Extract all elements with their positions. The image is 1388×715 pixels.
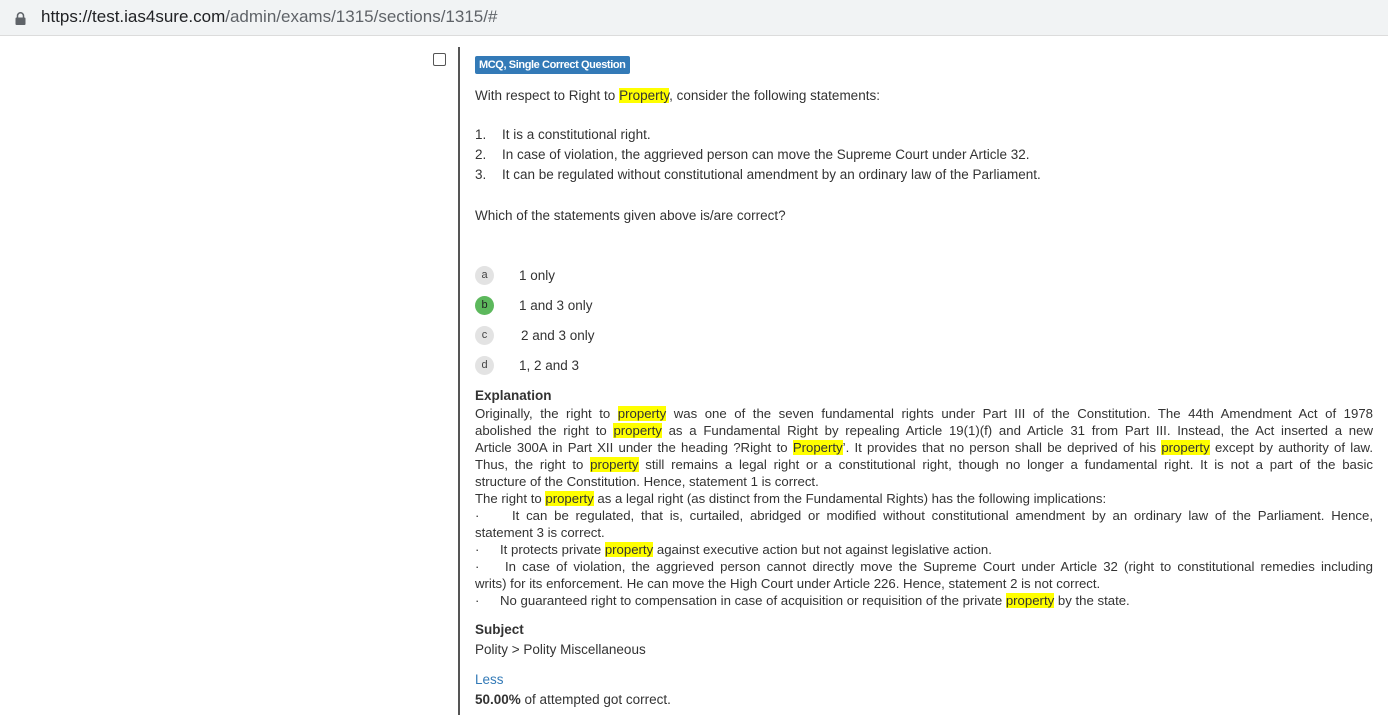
browser-address-bar[interactable]: https://test.ias4sure.com/admin/exams/13… bbox=[0, 0, 1388, 36]
explanation-text: statement 3 is correct. bbox=[475, 525, 605, 540]
subject-heading: Subject bbox=[475, 622, 524, 637]
explanation-line: statement 3 is correct. bbox=[475, 524, 1373, 541]
statement-list: 1. It is a constitutional right. 2. In cas… bbox=[475, 126, 1041, 186]
question-select-checkbox[interactable] bbox=[433, 53, 446, 66]
option-letter: c bbox=[475, 325, 494, 345]
url-text[interactable]: https://test.ias4sure.com/admin/exams/13… bbox=[41, 7, 497, 27]
explanation-text: Originally, the right to bbox=[475, 406, 618, 421]
question-type-badge: MCQ, Single Correct Question bbox=[475, 56, 630, 74]
option-text: 1, 2 and 3 bbox=[519, 357, 580, 373]
attempt-stat-text: of attempted got correct. bbox=[520, 692, 671, 707]
explanation-text: as a Fundamental Right by repealing Arti… bbox=[661, 423, 1373, 438]
bullet-dot: · bbox=[475, 542, 480, 557]
bullet-dot: · bbox=[475, 559, 480, 574]
explanation-text: No guaranteed right to compensation in c… bbox=[500, 593, 1006, 608]
lock-icon bbox=[15, 12, 26, 25]
question-intro: With respect to Right to Property, consi… bbox=[475, 87, 880, 104]
explanation-line: Thus, the right to property still remain… bbox=[475, 456, 1373, 473]
keyword-highlight: property bbox=[590, 457, 639, 472]
attempt-stat-percent: 50.00% bbox=[475, 692, 521, 707]
keyword-highlight: property bbox=[617, 406, 667, 421]
explanation-text: ’. It provides that no person shall be d… bbox=[842, 440, 1162, 455]
explanation-text: by the state. bbox=[1054, 593, 1130, 608]
option-text: 1 only bbox=[519, 267, 556, 283]
option-a[interactable]: a 1 only bbox=[475, 264, 555, 286]
option-letter: a bbox=[475, 265, 494, 285]
keyword-highlight: property bbox=[545, 491, 594, 506]
attempt-stat: 50.00% of attempted got correct. bbox=[475, 691, 671, 708]
explanation-text: Article 300A in Part XII under the headi… bbox=[475, 440, 793, 455]
explanation-text: abolished the right to bbox=[475, 423, 614, 438]
question-intro-before: With respect to Right to bbox=[475, 88, 620, 103]
url-path: /admin/exams/1315/sections/1315/# bbox=[225, 7, 498, 26]
explanation-line: Originally, the right to property was on… bbox=[475, 405, 1373, 422]
subject-value: Polity > Polity Miscellaneous bbox=[475, 642, 646, 657]
explanation-line: · It can be regulated, that is, curtailed… bbox=[475, 507, 1373, 524]
keyword-highlight: property bbox=[1161, 440, 1210, 455]
option-letter-correct: b bbox=[475, 295, 494, 315]
explanation-line: Article 300A in Part XII under the headi… bbox=[475, 439, 1373, 456]
keyword-highlight: Property bbox=[619, 88, 670, 103]
less-link[interactable]: Less bbox=[475, 671, 504, 688]
explanation-line: The right to property as a legal right (… bbox=[475, 490, 1373, 507]
option-text: 2 and 3 only bbox=[521, 327, 595, 343]
question-intro-after: , consider the following statements: bbox=[669, 88, 880, 103]
explanation-line: structure of the Constitution. Hence, st… bbox=[475, 473, 1373, 490]
explanation-text: except by authority of law. bbox=[1209, 440, 1373, 455]
explanation-text: was one of the seven fundamental rights … bbox=[666, 406, 1373, 421]
explanation-body: Originally, the right to property was on… bbox=[475, 405, 1373, 609]
keyword-highlight: Property bbox=[792, 440, 843, 455]
explanation-line: writs) for its enforcement. He can move … bbox=[475, 575, 1373, 592]
bullet-dot: · bbox=[475, 508, 480, 523]
question-card: MCQ, Single Correct Question With respec… bbox=[475, 55, 1373, 707]
explanation-text: as a legal right (as distinct from the F… bbox=[593, 491, 1107, 506]
explanation-heading: Explanation bbox=[475, 388, 552, 403]
option-d[interactable]: d 1, 2 and 3 bbox=[475, 354, 579, 376]
explanation-line: · No guaranteed right to compensation in … bbox=[475, 592, 1373, 609]
explanation-line: · It protects private property against ex… bbox=[475, 541, 1373, 558]
question-ask: Which of the statements given above is/a… bbox=[475, 208, 786, 223]
url-host: https://test.ias4sure.com bbox=[41, 7, 226, 26]
statement-number: 2. bbox=[475, 147, 487, 162]
keyword-highlight: property bbox=[1005, 593, 1055, 608]
explanation-text: writs) for its enforcement. He can move … bbox=[475, 576, 1101, 591]
keyword-highlight: property bbox=[613, 423, 662, 438]
statement-item: 1. It is a constitutional right. bbox=[475, 126, 1041, 146]
statement-number: 3. bbox=[475, 167, 487, 182]
explanation-text: In case of violation, the aggrieved pers… bbox=[505, 559, 1373, 574]
explanation-text: It can be regulated, that is, curtailed,… bbox=[512, 508, 1373, 523]
statement-text: It can be regulated without constitution… bbox=[502, 167, 1041, 182]
explanation-text: still remains a legal right or a constit… bbox=[638, 457, 1373, 472]
explanation-text: It protects private bbox=[500, 542, 605, 557]
explanation-line: abolished the right to property as a Fun… bbox=[475, 422, 1373, 439]
explanation-text: against executive action but not against… bbox=[653, 542, 992, 557]
statement-number: 1. bbox=[475, 127, 487, 142]
statement-text: It is a constitutional right. bbox=[502, 127, 651, 142]
option-b[interactable]: b 1 and 3 only bbox=[475, 294, 593, 316]
explanation-text: Thus, the right to bbox=[475, 457, 591, 472]
option-letter: d bbox=[475, 355, 494, 375]
option-text: 1 and 3 only bbox=[519, 297, 593, 313]
statement-item: 2. In case of violation, the aggrieved pe… bbox=[475, 146, 1041, 166]
toolbar-gap bbox=[0, 36, 1388, 43]
option-c[interactable]: c 2 and 3 only bbox=[475, 324, 595, 346]
explanation-text: The right to bbox=[475, 491, 546, 506]
question-divider bbox=[458, 47, 460, 715]
explanation-text: structure of the Constitution. Hence, st… bbox=[475, 474, 819, 489]
keyword-highlight: property bbox=[604, 542, 654, 557]
statement-text: In case of violation, the aggrieved pers… bbox=[502, 147, 1030, 162]
explanation-line: · In case of violation, the aggrieved per… bbox=[475, 558, 1373, 575]
statement-item: 3. It can be regulated without constituti… bbox=[475, 166, 1041, 186]
bullet-dot: · bbox=[475, 593, 480, 608]
